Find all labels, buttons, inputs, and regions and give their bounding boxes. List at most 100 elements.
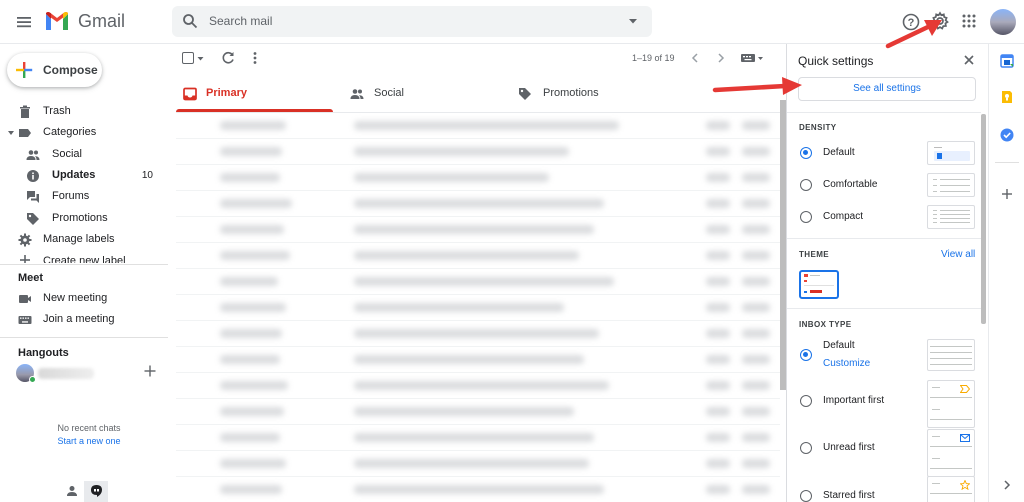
rail-divider [995,162,1019,163]
message-row[interactable] [176,243,780,269]
inbox-option-label[interactable]: Starred first [823,490,875,501]
tab-primary[interactable]: Primary [176,76,333,112]
redacted-sender [220,485,282,494]
message-row[interactable] [176,191,780,217]
help-icon[interactable]: ? [901,12,921,32]
message-row[interactable] [176,425,780,451]
account-avatar[interactable] [990,9,1016,35]
sidebar-item-create-label[interactable]: Create new label [0,251,168,263]
sidebar-item-updates[interactable]: Updates 10 [0,166,168,187]
gmail-logo-icon[interactable] [44,10,70,32]
density-heading: DENSITY [799,123,837,132]
density-compact-radio[interactable] [800,211,812,223]
density-default-preview[interactable] [927,141,975,165]
start-new-chat-link[interactable]: Start a new one [0,436,178,446]
hangouts-user-name[interactable] [38,368,94,379]
message-row[interactable] [176,165,780,191]
sidebar-item-join-meeting[interactable]: Join a meeting [0,310,168,331]
tab-social[interactable]: Social [333,76,503,112]
quick-settings-scrollbar[interactable] [981,114,986,324]
message-row[interactable] [176,451,780,477]
density-default-radio[interactable] [800,147,812,159]
chevron-left-icon[interactable] [689,52,701,64]
redacted-meta [706,355,730,364]
sidebar-item-trash[interactable]: Trash [0,102,168,123]
caret-down-icon[interactable] [7,129,15,137]
compose-label: Compose [43,63,98,77]
density-option-label[interactable]: Compact [823,211,863,222]
message-row[interactable] [176,139,780,165]
redacted-sender [220,225,284,234]
inbox-default-radio[interactable] [800,349,812,361]
message-row[interactable] [176,399,780,425]
gear-icon[interactable] [929,10,951,32]
sidebar-item-forums[interactable]: Forums [0,187,168,208]
calendar-icon[interactable] [1000,54,1014,68]
menu-icon[interactable] [14,12,34,32]
search-options-icon[interactable] [627,15,639,27]
redacted-sender [220,199,292,208]
redacted-meta [706,147,730,156]
sidebar-item-manage-labels[interactable]: Manage labels [0,230,168,251]
section-divider [787,112,981,113]
chevron-right-icon[interactable] [715,52,727,64]
message-row[interactable] [176,295,780,321]
input-tools-icon[interactable] [740,52,764,64]
density-option-label[interactable]: Default [823,147,855,158]
message-row[interactable] [176,217,780,243]
sidebar-item-promotions[interactable]: Promotions [0,209,168,230]
inbox-option-label[interactable]: Default [823,340,855,351]
keep-icon[interactable] [1000,90,1014,104]
contacts-icon[interactable] [66,485,78,497]
add-chat-icon[interactable] [144,365,156,377]
theme-preview[interactable] [799,270,839,299]
message-row[interactable] [176,321,780,347]
inbox-option-label[interactable]: Unread first [823,442,875,453]
tab-promotions[interactable]: Promotions [503,76,683,112]
message-row[interactable] [176,269,780,295]
view-all-themes-link[interactable]: View all [941,249,975,260]
inbox-important-preview[interactable] [927,380,975,428]
message-row[interactable] [176,347,780,373]
inbox-important-first-radio[interactable] [800,395,812,407]
search-bar[interactable]: Search mail [172,6,652,37]
select-options-caret-icon[interactable] [197,55,204,62]
message-row[interactable] [176,477,780,502]
redacted-meta [742,303,770,312]
search-icon[interactable] [182,13,198,29]
density-comfortable-radio[interactable] [800,179,812,191]
message-row[interactable] [176,373,780,399]
app-name[interactable]: Gmail [78,11,125,32]
sidebar-item-label: Create new label [43,255,126,263]
search-input[interactable]: Search mail [209,14,272,28]
inbox-starred-first-radio[interactable] [800,490,812,502]
add-addon-icon[interactable] [1000,187,1014,201]
density-compact-preview[interactable] [927,205,975,229]
inbox-unread-preview[interactable] [927,429,975,477]
see-all-settings-button[interactable]: See all settings [798,77,976,101]
inbox-default-preview[interactable] [927,339,975,371]
more-options-icon[interactable] [249,51,261,65]
density-option-label[interactable]: Comfortable [823,179,877,190]
inbox-starred-preview[interactable] [927,476,975,502]
message-row[interactable] [176,113,780,139]
hangouts-chat-icon[interactable] [90,484,103,498]
compose-button[interactable]: Compose [7,53,102,87]
chevron-right-icon[interactable] [1000,478,1014,492]
close-icon[interactable] [963,54,975,66]
info-icon [26,169,40,183]
sidebar-item-categories[interactable]: Categories [0,123,168,144]
inbox-option-label[interactable]: Important first [823,395,884,406]
customize-link[interactable]: Customize [823,358,870,369]
redacted-sender [220,433,280,442]
inbox-unread-first-radio[interactable] [800,442,812,454]
density-comfortable-preview[interactable] [927,173,975,197]
apps-icon[interactable] [962,14,976,28]
select-all-checkbox[interactable] [182,52,194,64]
tasks-icon[interactable] [1000,128,1014,142]
sidebar-item-new-meeting[interactable]: New meeting [0,289,168,310]
message-list[interactable] [176,113,780,502]
sidebar-item-social[interactable]: Social [0,145,168,166]
gear-icon [18,233,32,247]
refresh-icon[interactable] [221,51,235,65]
